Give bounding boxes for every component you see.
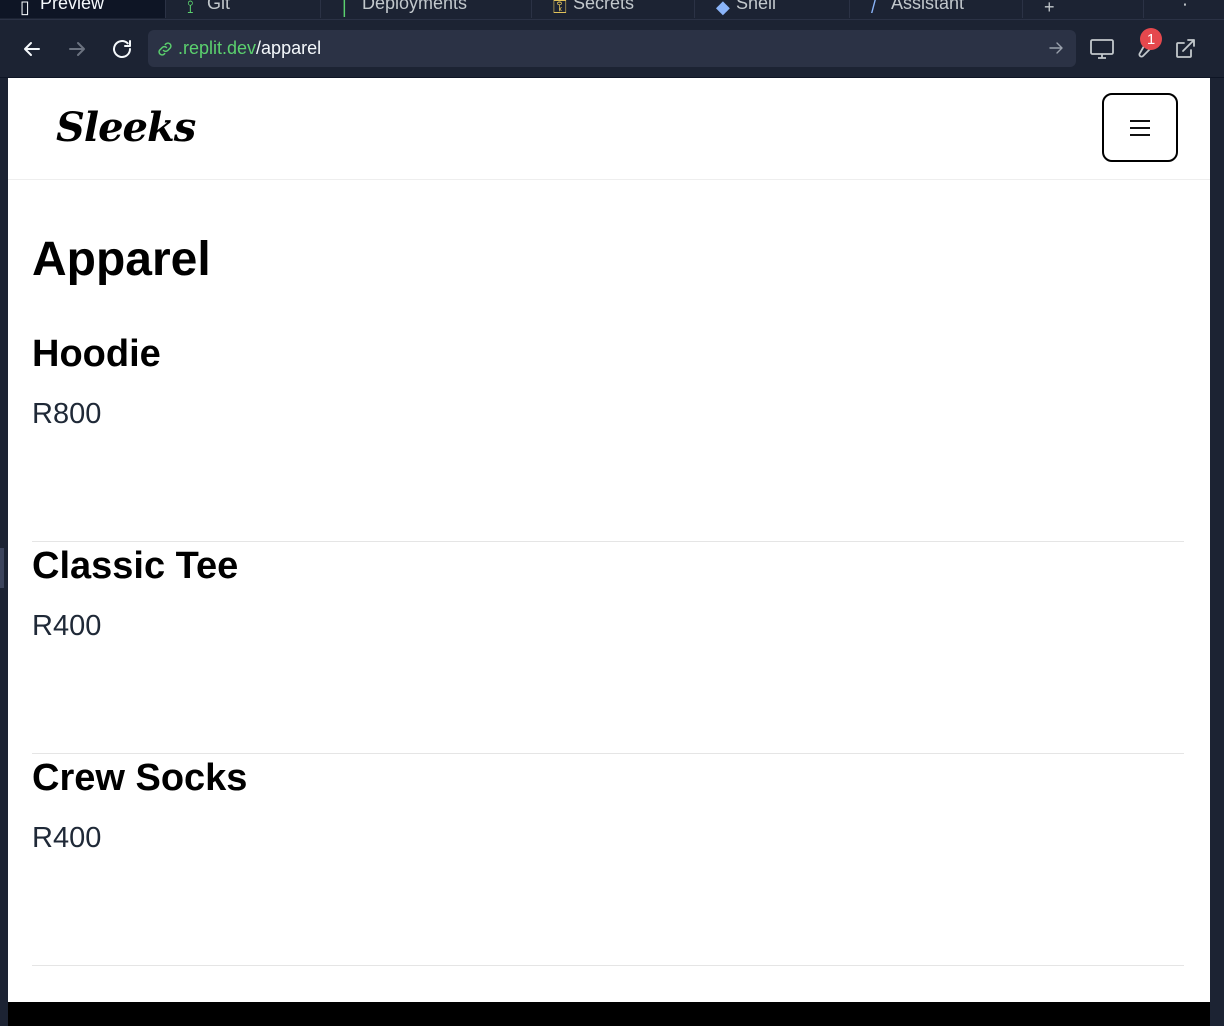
reload-button[interactable] <box>107 34 137 64</box>
tab-new[interactable]: + <box>1024 0 1144 18</box>
tab-label: Secrets <box>573 0 635 13</box>
arrow-right-icon <box>69 42 85 56</box>
preview-frame: Sleeks Apparel Hoodie R800 Classic Tee R… <box>8 78 1210 1026</box>
tab-assistant[interactable]: / Assistant <box>851 0 1023 18</box>
go-arrow-icon[interactable] <box>1048 40 1064 56</box>
tab-label: Deployments <box>362 0 468 13</box>
site-logo[interactable]: Sleeks <box>56 104 196 151</box>
tab-secrets[interactable]: ⚿ Secrets <box>533 0 695 18</box>
product-item[interactable]: Classic Tee R400 <box>32 542 1184 754</box>
url-host: .replit.dev <box>178 38 257 58</box>
arrow-left-icon <box>24 42 40 56</box>
tab-git[interactable]: ⟟ Git <box>167 0 321 18</box>
resize-handle[interactable] <box>0 548 4 588</box>
device-preview-button[interactable] <box>1087 34 1117 64</box>
tab-shell[interactable]: ◆ Shell <box>696 0 850 18</box>
product-name: Classic Tee <box>32 545 239 587</box>
site-footer <box>8 1002 1210 1026</box>
workspace-tab-bar: ▯ Preview ⟟ Git | Deployments ⚿ Secrets … <box>0 0 1224 20</box>
hamburger-icon <box>1130 119 1150 136</box>
product-name: Hoodie <box>32 333 161 375</box>
deployments-icon: | <box>342 0 347 17</box>
product-item[interactable]: Hoodie R800 <box>32 330 1184 542</box>
forward-button[interactable] <box>62 34 92 64</box>
monitor-icon <box>1090 39 1114 59</box>
tab-deployments[interactable]: | Deployments <box>322 0 532 18</box>
open-new-tab-button[interactable] <box>1170 34 1200 64</box>
preview-icon: ▯ <box>20 0 30 17</box>
notification-badge: 1 <box>1140 28 1162 50</box>
shell-icon: ◆ <box>716 0 730 17</box>
more-options-icon[interactable]: ⋮ <box>1176 0 1194 9</box>
link-icon <box>158 41 172 56</box>
preview-toolbar: .replit.dev/apparel <box>0 20 1224 78</box>
tab-preview[interactable]: ▯ Preview <box>0 0 166 18</box>
url-path: /apparel <box>256 38 322 58</box>
tab-label: Git <box>207 0 231 13</box>
add-tab-icon: + <box>1044 0 1055 17</box>
product-name: Crew Socks <box>32 757 248 799</box>
product-price: R400 <box>32 822 102 854</box>
url-bar[interactable]: .replit.dev/apparel <box>148 30 1076 67</box>
site-header: Sleeks <box>8 78 1210 180</box>
left-pane-edge <box>0 78 8 1026</box>
external-link-icon <box>1176 39 1195 58</box>
tab-label: Shell <box>736 0 777 13</box>
product-price: R800 <box>32 398 102 430</box>
product-item[interactable]: Crew Socks R400 <box>32 754 1184 966</box>
tab-label: Assistant <box>891 0 965 13</box>
tab-label: Preview <box>40 0 105 13</box>
menu-button[interactable] <box>1102 93 1178 162</box>
git-icon: ⟟ <box>187 0 194 17</box>
reload-icon <box>113 40 131 58</box>
product-price: R400 <box>32 610 102 642</box>
page-title: Apparel <box>32 233 211 286</box>
lock-icon: ⚿ <box>553 0 567 17</box>
right-pane-edge <box>1210 78 1224 1026</box>
assistant-icon: / <box>871 0 877 17</box>
back-button[interactable] <box>17 34 47 64</box>
